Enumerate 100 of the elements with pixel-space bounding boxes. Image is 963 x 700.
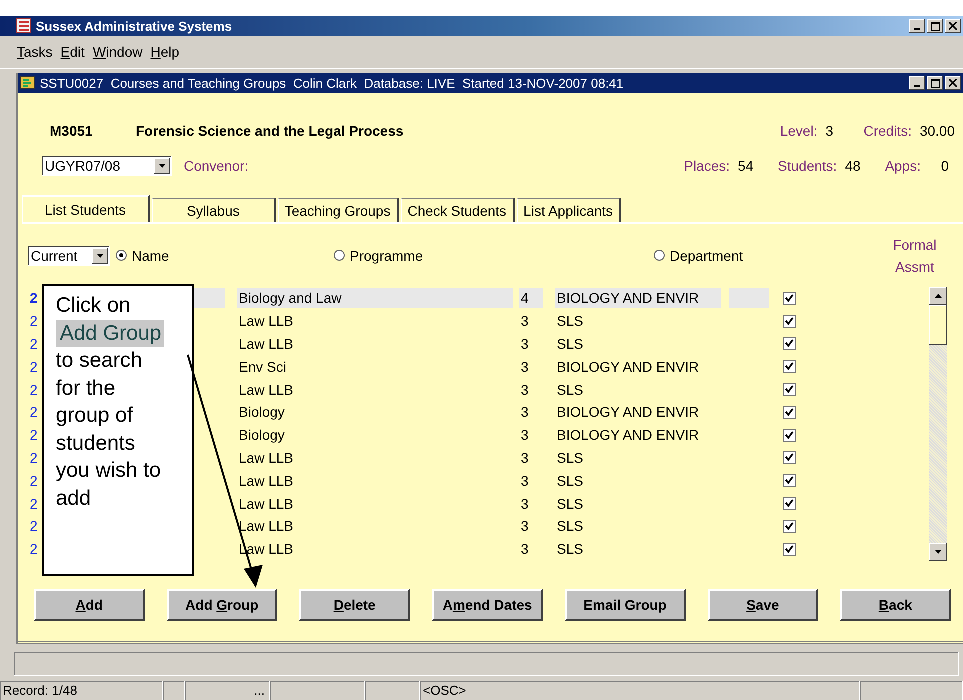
maximize-button[interactable] xyxy=(927,76,943,90)
action-button[interactable]: Email Group xyxy=(564,589,686,621)
checkbox[interactable] xyxy=(783,520,796,533)
year-dropdown[interactable]: UGYR07/08 xyxy=(42,156,172,176)
table-cell-text: Biology xyxy=(238,403,286,422)
sort-radio[interactable]: Department xyxy=(654,248,744,264)
maximize-icon xyxy=(930,78,940,88)
table-cell-text: BIOLOGY AND ENVIR xyxy=(556,403,700,422)
row-number: 2 xyxy=(29,382,39,398)
table-cell-text: 3 xyxy=(520,540,530,560)
checkbox[interactable] xyxy=(783,360,796,374)
row-number: 2 xyxy=(29,472,39,489)
tab[interactable]: List Students xyxy=(22,195,150,222)
close-button[interactable] xyxy=(945,19,961,33)
maximize-icon xyxy=(930,22,940,30)
row-number: 2 xyxy=(29,336,39,352)
places-label: Places: xyxy=(684,158,730,174)
table-cell: 4 xyxy=(519,288,543,308)
checkbox[interactable] xyxy=(783,542,796,556)
places-value: 54 xyxy=(738,158,755,174)
table-cell-text: 3 xyxy=(520,517,530,536)
callout-highlight: Add Group xyxy=(56,320,164,347)
checkbox[interactable] xyxy=(783,314,796,328)
form-icon xyxy=(20,75,36,91)
checkbox[interactable] xyxy=(783,428,796,442)
table-cell: BIOLOGY AND ENVIR xyxy=(555,288,721,308)
sort-radio[interactable]: Programme xyxy=(334,248,654,264)
checkbox[interactable] xyxy=(783,383,796,396)
table-cell-text: SLS xyxy=(556,540,584,560)
table-cell-text: Law LLB xyxy=(238,472,294,491)
table-cell-text: SLS xyxy=(556,472,584,491)
credits-value: 30.00 xyxy=(920,123,955,139)
convenor-label: Convenor: xyxy=(184,158,249,174)
table-cell-text: SLS xyxy=(556,312,584,332)
table-cell-text: BIOLOGY AND ENVIR xyxy=(556,426,700,446)
table-cell-text: 3 xyxy=(520,403,530,422)
status-field xyxy=(163,681,185,700)
row-number: 2 xyxy=(29,450,39,466)
table-cell-text: Env Sci xyxy=(238,358,288,377)
apps-value: 0 xyxy=(940,158,949,174)
action-button[interactable]: Add xyxy=(34,589,145,621)
table-cell-text: Law LLB xyxy=(238,334,294,354)
scrollbar-thumb[interactable] xyxy=(929,305,947,345)
level-value: 3 xyxy=(826,123,835,139)
app-icon xyxy=(16,18,32,34)
action-button[interactable]: Add Group xyxy=(166,589,278,621)
menu-item[interactable]: Edit xyxy=(58,44,88,60)
row-number: 2 xyxy=(29,313,39,330)
table-cell-text: Law LLB xyxy=(238,517,294,536)
checkbox[interactable] xyxy=(783,497,796,510)
checkbox[interactable] xyxy=(783,474,796,488)
table-cell-text: 3 xyxy=(520,358,530,377)
row-number: 2 xyxy=(29,541,39,558)
table-cell-text: SLS xyxy=(556,517,584,536)
close-button[interactable] xyxy=(945,76,961,90)
maximize-button[interactable] xyxy=(927,19,943,33)
scrollbar[interactable] xyxy=(929,287,947,561)
action-button[interactable]: Delete xyxy=(299,589,410,621)
window-title: Sussex Administrative Systems xyxy=(36,18,232,34)
scroll-down-icon xyxy=(934,550,942,554)
checkbox[interactable] xyxy=(783,451,796,464)
filter-dropdown[interactable]: Current xyxy=(28,246,110,266)
table-cell-text: SLS xyxy=(556,334,584,354)
tab[interactable]: Teaching Groups xyxy=(278,198,399,222)
row-number: 2 xyxy=(29,496,39,512)
dropdown-arrow-icon xyxy=(158,164,166,168)
close-icon xyxy=(949,79,957,87)
checkbox[interactable] xyxy=(783,406,796,419)
table-cell: Biology and Law xyxy=(237,288,513,308)
scroll-up-icon xyxy=(934,294,942,298)
callout-text: to search for the group of students you wish to add xyxy=(56,348,162,512)
table-cell-text: Law LLB xyxy=(238,380,294,400)
students-label: Students: xyxy=(778,158,838,174)
course-code: M3051 xyxy=(50,123,94,139)
table-cell-text: 3 xyxy=(520,334,530,354)
action-button[interactable]: Save xyxy=(708,589,818,621)
sort-radio[interactable]: Name xyxy=(116,248,334,264)
table-cell-text: Law LLB xyxy=(238,448,294,468)
action-button[interactable]: Back xyxy=(840,589,952,621)
tab[interactable]: Check Students xyxy=(400,198,515,222)
action-button[interactable]: Amend Dates xyxy=(432,589,543,621)
tab[interactable]: List Applicants xyxy=(516,198,622,222)
status-field: <OSC> xyxy=(420,681,860,700)
menu-item[interactable]: Window xyxy=(90,44,146,60)
table-cell-text: 3 xyxy=(520,312,530,332)
checkbox[interactable] xyxy=(783,337,796,350)
minimize-button[interactable] xyxy=(909,19,925,33)
row-number: 2 xyxy=(29,427,39,444)
table-cell-text: Law LLB xyxy=(238,312,294,332)
menu-item[interactable]: Tasks xyxy=(14,44,56,60)
menu-item[interactable]: Help xyxy=(148,44,183,60)
minimize-button[interactable] xyxy=(909,76,925,90)
level-label: Level: xyxy=(780,123,818,139)
table-cell-text: BIOLOGY AND ENVIR xyxy=(556,358,700,377)
status-field: Record: 1/48 xyxy=(0,681,163,700)
tab[interactable]: Syllabus xyxy=(152,198,276,222)
checkbox[interactable] xyxy=(783,292,796,305)
callout-text: Click on xyxy=(56,293,131,319)
table-cell-text: Law LLB xyxy=(238,494,294,514)
close-icon xyxy=(949,22,957,30)
